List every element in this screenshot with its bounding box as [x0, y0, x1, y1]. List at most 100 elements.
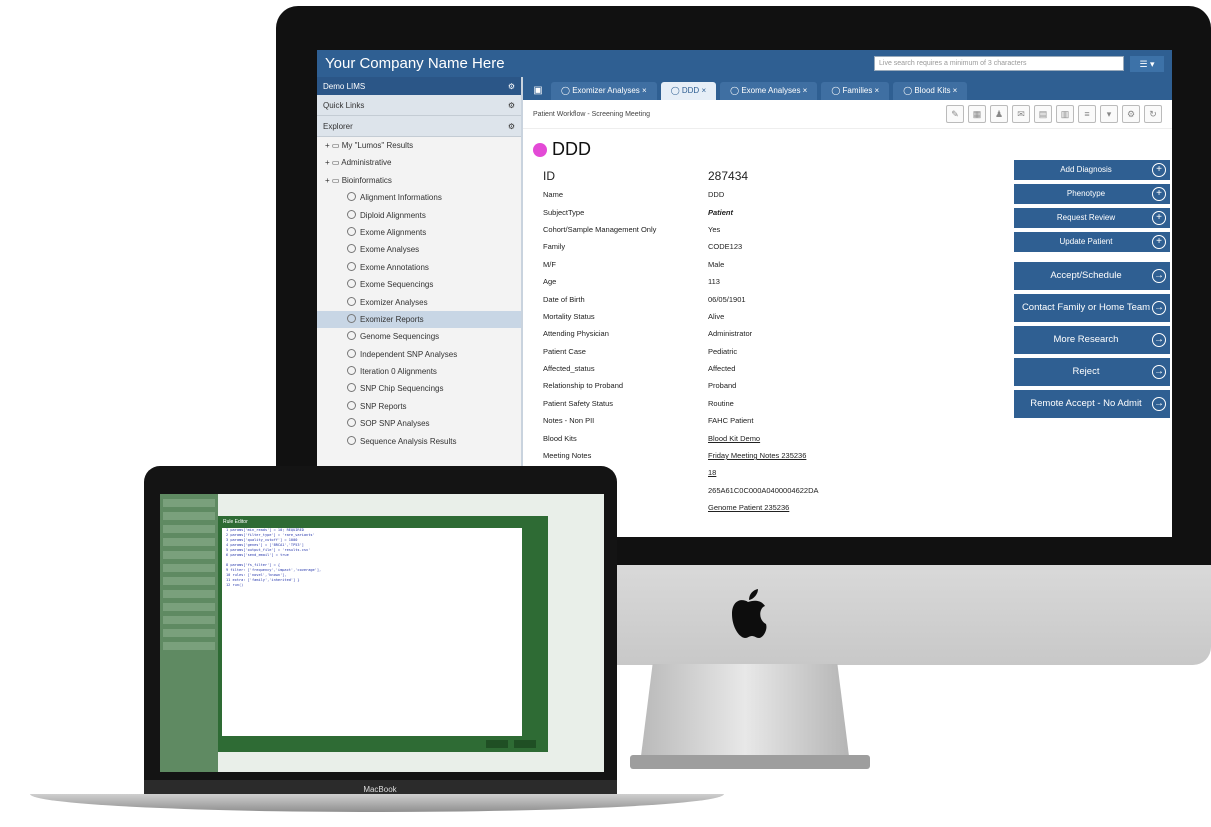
list-icon[interactable]: ≡	[1078, 105, 1096, 123]
field-row: Patient Safety Status Routine	[543, 395, 1013, 412]
tree-item[interactable]: Exome Sequencings	[317, 276, 521, 293]
field-value: CODE123	[708, 242, 743, 252]
header-menu-button[interactable]: ☰ ▾	[1130, 55, 1164, 72]
close-icon[interactable]: ×	[699, 86, 706, 95]
tree-item[interactable]: Exomizer Analyses	[317, 294, 521, 311]
tab-icon: ◯	[903, 86, 915, 95]
close-icon[interactable]: ×	[872, 86, 880, 95]
tree-item[interactable]: SNP Reports	[317, 398, 521, 415]
tab-item[interactable]: ◯ Exomizer Analyses ×	[551, 82, 657, 100]
cancel-button[interactable]	[514, 740, 536, 748]
grid-icon[interactable]: ▤	[1034, 105, 1052, 123]
tab-item[interactable]: ◯ Families ×	[821, 82, 890, 100]
app-header: Your Company Name Here Live search requi…	[317, 50, 1172, 77]
action-button-label: Add Diagnosis	[1060, 165, 1112, 174]
circle-icon	[347, 348, 356, 358]
field-row: Name DDD	[543, 186, 1013, 203]
tree-item[interactable]: Exome Annotations	[317, 259, 521, 276]
field-value: Yes	[708, 224, 721, 234]
circle-icon	[347, 313, 356, 323]
field-row: Meeting Notes Friday Meeting Notes 235236	[543, 447, 1013, 464]
field-link[interactable]: Friday Meeting Notes 235236	[708, 451, 1013, 460]
close-icon[interactable]: ×	[800, 86, 808, 95]
code-editor[interactable]: 1 params['min_reads'] = 10; REQUIRED 2 pa…	[222, 528, 522, 736]
tree-item[interactable]: SOP SNP Analyses	[317, 415, 521, 432]
tree-item[interactable]: Sequence Analysis Results	[317, 433, 521, 450]
tab-label: Exomizer Analyses	[572, 86, 640, 95]
field-value: Administrator	[708, 329, 753, 339]
tree-item[interactable]: Exome Alignments	[317, 224, 521, 241]
settings-icon[interactable]: ⚙	[508, 101, 515, 110]
tab-icon: ◯	[670, 86, 682, 95]
tree-item[interactable]: Independent SNP Analyses	[317, 346, 521, 363]
field-link[interactable]: Blood Kit Demo	[708, 434, 1013, 443]
field-link[interactable]: Genome Patient 235236	[708, 503, 1013, 512]
action-button[interactable]: Add Diagnosis +	[1014, 160, 1170, 180]
chat-icon[interactable]: ✉	[1012, 105, 1030, 123]
tree-item[interactable]: + ▭ My "Lumos" Results	[317, 137, 521, 154]
action-button-label: More Research	[1053, 334, 1119, 345]
field-link[interactable]: 18	[708, 468, 1013, 477]
tree-item[interactable]: + ▭ Administrative	[317, 154, 521, 171]
field-value: 113	[708, 277, 720, 287]
action-buttons: Add Diagnosis + Phenotype + Request Review + U…	[1014, 160, 1170, 422]
field-label: Cohort/Sample Management Only	[543, 224, 657, 234]
person-icon[interactable]: ♟	[990, 105, 1008, 123]
arrow-circle-icon: →	[1152, 269, 1166, 283]
plus-circle-icon: +	[1152, 235, 1166, 249]
explorer-panel[interactable]: Explorer ⚙	[317, 116, 521, 137]
edit-icon[interactable]: ✎	[946, 105, 964, 123]
quick-links-panel[interactable]: Quick Links ⚙	[317, 95, 521, 116]
tab-item[interactable]: ◯ DDD ×	[660, 82, 717, 100]
field-label: Notes - Non PII	[543, 416, 595, 426]
tree-item[interactable]: + ▭ Bioinformatics	[317, 172, 521, 189]
field-label: Patient Safety Status	[543, 398, 614, 408]
tree-item[interactable]: SNP Chip Sequencings	[317, 380, 521, 397]
field-value: 287434	[708, 169, 749, 183]
app-title: Your Company Name Here	[325, 55, 505, 72]
chart-icon[interactable]: ▥	[1056, 105, 1074, 123]
layout-icon[interactable]: ▾	[1100, 105, 1118, 123]
tab-item[interactable]: ◯ Blood Kits ×	[893, 82, 968, 100]
search-input[interactable]: Live search requires a minimum of 3 char…	[874, 56, 1124, 71]
action-button[interactable]: More Research →	[1014, 326, 1170, 354]
tab-item[interactable]: ◯ Exome Analyses ×	[720, 82, 818, 100]
action-button[interactable]: Phenotype +	[1014, 184, 1170, 204]
tab-icon: ◯	[730, 86, 742, 95]
action-button[interactable]: Remote Accept - No Admit →	[1014, 390, 1170, 418]
ok-button[interactable]	[486, 740, 508, 748]
field-label: Meeting Notes	[543, 451, 592, 461]
gear-icon[interactable]: ⚙	[508, 82, 515, 91]
action-button-label: Request Review	[1056, 213, 1116, 222]
gear-dropdown-icon[interactable]: ⚙	[1122, 105, 1140, 123]
tree-item[interactable]: Iteration 0 Alignments	[317, 363, 521, 380]
close-icon[interactable]: ×	[950, 86, 958, 95]
action-button[interactable]: Update Patient +	[1014, 232, 1170, 252]
tab-bar: ▣ ◯ Exomizer Analyses × ◯ DDD × ◯ Exome An…	[523, 77, 1172, 100]
tree-item[interactable]: Exome Analyses	[317, 241, 521, 258]
explorer-tree: + ▭ My "Lumos" Results + ▭ Administrative…	[317, 137, 521, 450]
action-button[interactable]: Accept/Schedule →	[1014, 262, 1170, 290]
tree-item[interactable]: Diploid Alignments	[317, 207, 521, 224]
tree-item[interactable]: Exomizer Reports	[317, 310, 521, 329]
tree-item[interactable]: Genome Sequencings	[317, 328, 521, 345]
patient-fields: ID 287434 Name DDD SubjectType Patient Cohort/…	[543, 166, 1013, 516]
field-row: Notes - Non PII FAHC Patient	[543, 412, 1013, 429]
calendar-icon[interactable]: ▦	[968, 105, 986, 123]
field-value: FAHC Patient	[708, 416, 754, 426]
breadcrumb: Patient Workflow - Screening Meeting	[533, 110, 650, 118]
tree-item[interactable]: Alignment Informations	[317, 189, 521, 206]
field-value: 06/05/1901	[708, 294, 746, 304]
action-button[interactable]: Reject →	[1014, 358, 1170, 386]
rule-editor-modal: Rule Editor 1 params['min_reads'] = 10; …	[218, 516, 548, 752]
circle-icon	[347, 331, 356, 341]
circle-icon	[347, 296, 356, 306]
refresh-icon[interactable]: ↻	[1144, 105, 1162, 123]
home-icon[interactable]: ▣	[529, 82, 547, 100]
plus-circle-icon: +	[1152, 163, 1166, 177]
field-label: Family	[543, 242, 566, 252]
action-button[interactable]: Contact Family or Home Team →	[1014, 294, 1170, 322]
settings-icon[interactable]: ⚙	[508, 122, 515, 131]
action-button[interactable]: Request Review +	[1014, 208, 1170, 228]
close-icon[interactable]: ×	[640, 86, 647, 95]
